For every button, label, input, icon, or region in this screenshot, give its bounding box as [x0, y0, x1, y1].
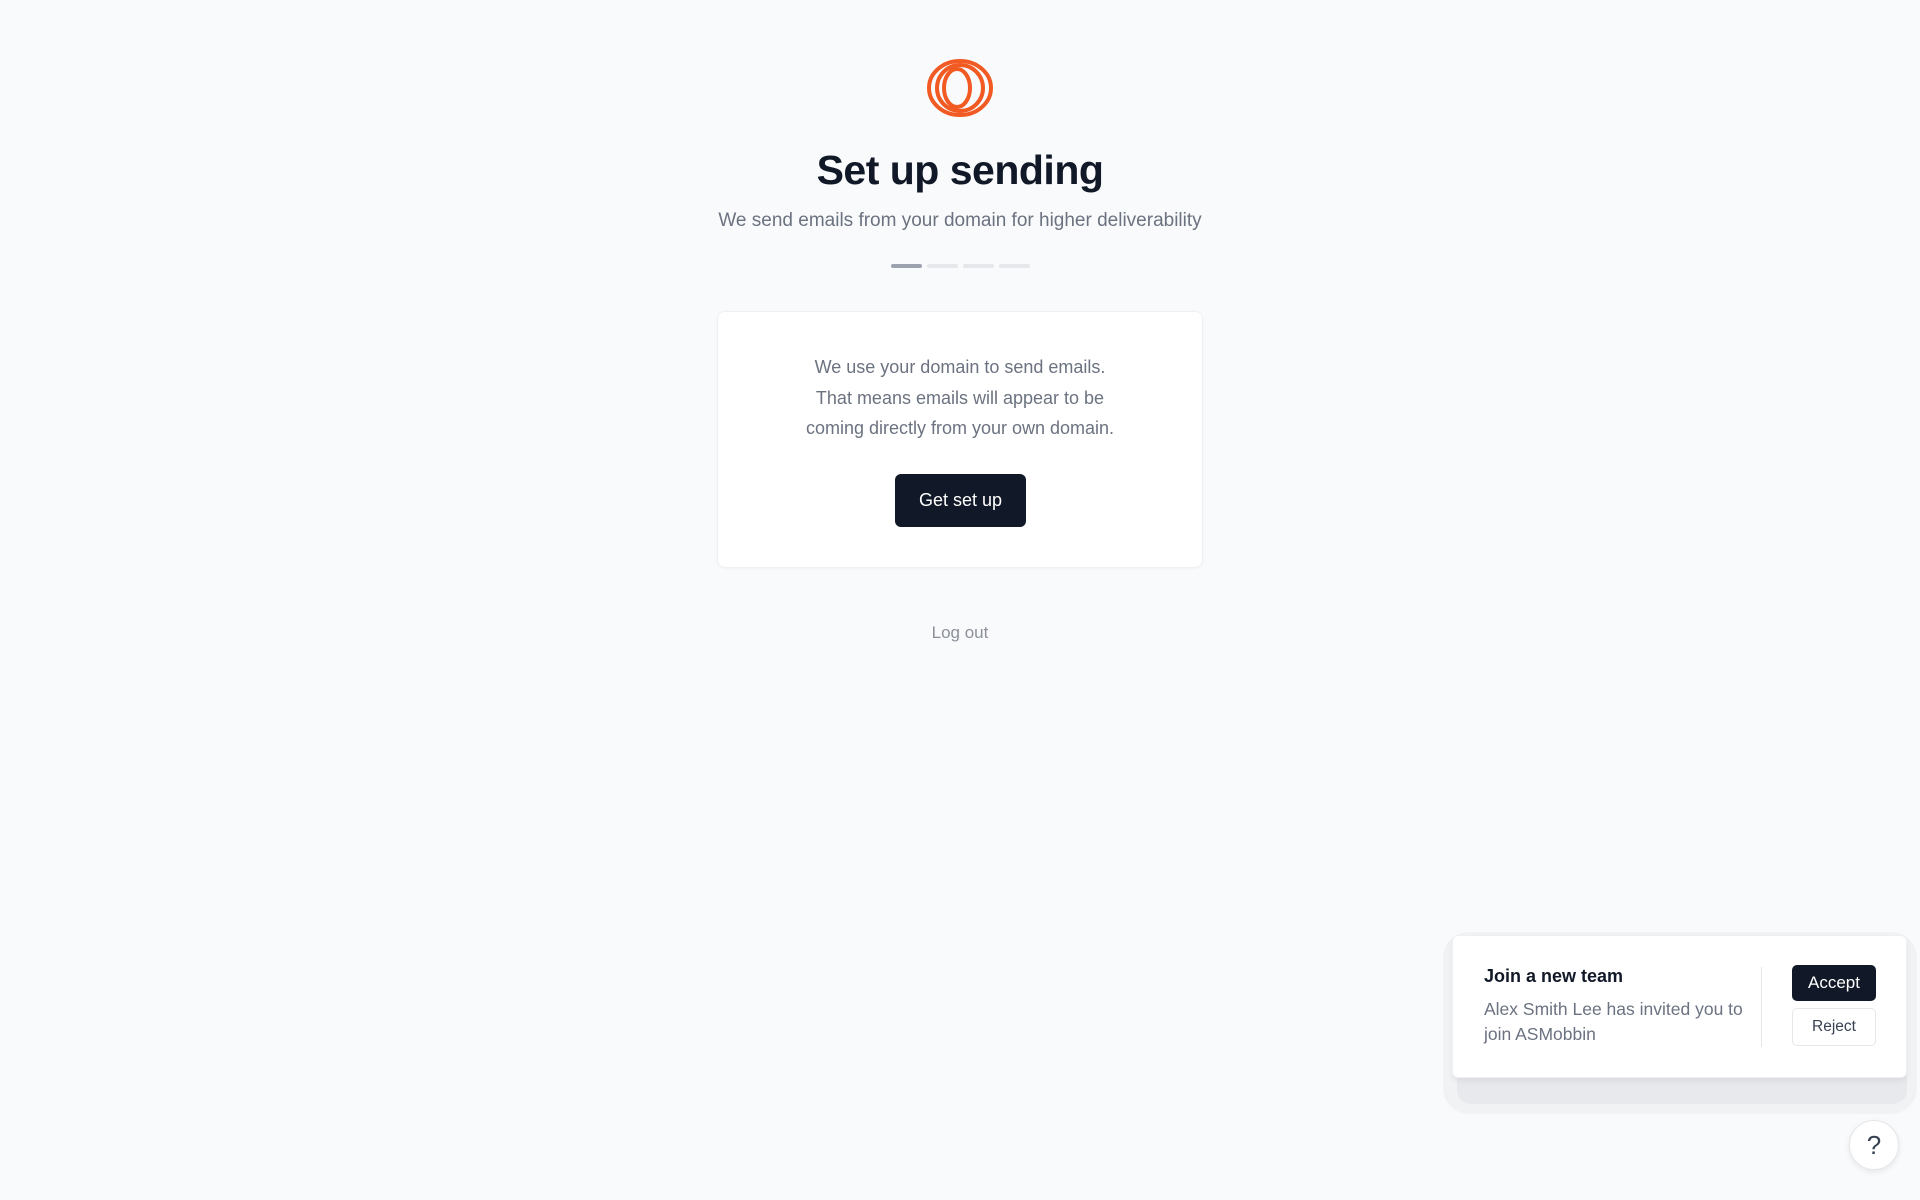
- accept-invite-button[interactable]: Accept: [1792, 965, 1876, 1001]
- toast-message: Alex Smith Lee has invited you to join A…: [1484, 999, 1743, 1044]
- step-indicator-1-active: [891, 264, 922, 268]
- setup-card: We use your domain to send emails. That …: [717, 311, 1203, 568]
- step-indicator-2: [927, 264, 958, 268]
- log-out-link[interactable]: Log out: [0, 623, 1920, 643]
- card-text-line: We use your domain to send emails.: [814, 357, 1106, 377]
- step-indicator-3: [963, 264, 994, 268]
- step-indicator-4: [999, 264, 1030, 268]
- card-text-line: That means emails will appear to be: [815, 387, 1105, 408]
- team-invite-toast: Join a new team Alex Smith Lee has invit…: [1452, 935, 1907, 1078]
- get-set-up-button[interactable]: Get set up: [895, 474, 1026, 527]
- help-icon[interactable]: ?: [1849, 1120, 1899, 1170]
- setup-card-description: We use your domain to send emails. That …: [718, 352, 1202, 444]
- page-title: Set up sending: [816, 147, 1104, 193]
- reject-invite-button[interactable]: Reject: [1792, 1008, 1876, 1046]
- toast-divider: [1761, 967, 1762, 1047]
- page-subtitle: We send emails from your domain for high…: [718, 210, 1202, 231]
- toast-title: Join a new team: [1484, 966, 1624, 986]
- brand-logo-icon: [927, 59, 993, 117]
- step-progress-indicator: [891, 264, 1030, 268]
- setup-sending-page: Set up sending We send emails from your …: [0, 0, 1920, 1200]
- card-text-line: coming directly from your own domain.: [805, 418, 1115, 438]
